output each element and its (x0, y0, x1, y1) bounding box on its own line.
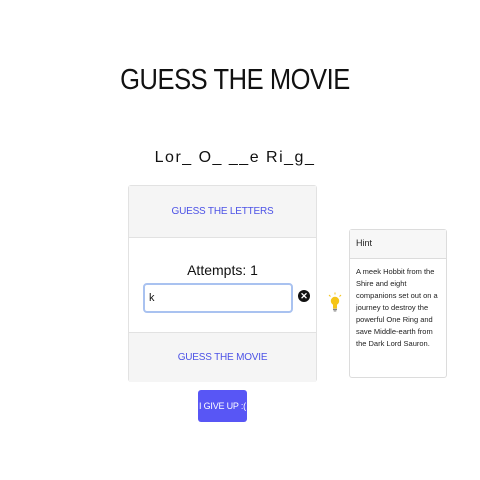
masked-movie-title: Lor_ O_ __e Ri_g_ (154, 149, 316, 166)
guess-movie-section: GUESS THE MOVIE (129, 332, 316, 382)
guess-movie-button[interactable]: GUESS THE MOVIE (178, 352, 268, 363)
attempts-counter: Attempts: 1 (187, 262, 258, 278)
game-card: GUESS THE LETTERS Attempts: 1 GUESS THE … (128, 185, 317, 382)
hint-card: Hint A meek Hobbit from the Shire and ei… (349, 229, 447, 378)
close-icon[interactable]: ✕ (298, 290, 310, 302)
hint-header: Hint (350, 230, 446, 259)
guess-letters-section: GUESS THE LETTERS (129, 186, 316, 238)
page-title: GUESS THE MOVIE (120, 64, 350, 96)
lightbulb-icon[interactable] (328, 292, 342, 312)
hint-text: A meek Hobbit from the Shire and eight c… (356, 267, 438, 348)
guess-letters-button[interactable]: GUESS THE LETTERS (172, 206, 274, 217)
guess-input[interactable] (143, 283, 293, 313)
give-up-button[interactable]: I GIVE UP :( (198, 390, 247, 422)
